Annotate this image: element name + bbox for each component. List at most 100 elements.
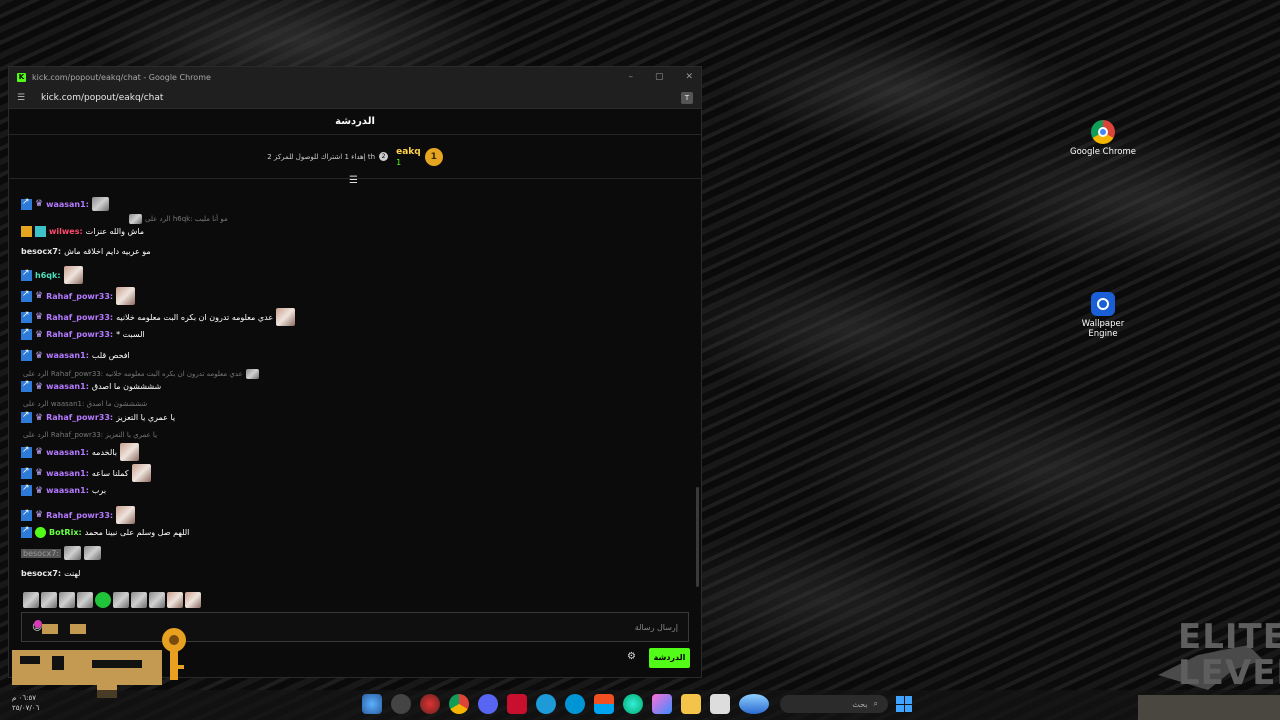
message-text: ششششون ما اصدق — [91, 382, 162, 391]
reply-preview[interactable]: الرد على Rahaf_powr33: عدي معلومه تدرون … — [23, 369, 259, 379]
settings-icon[interactable] — [391, 694, 411, 714]
moderator-badge-icon — [21, 310, 32, 323]
crown-badge-icon: ♛ — [35, 291, 44, 301]
mcafee-icon[interactable] — [507, 694, 527, 714]
desktop-icon-wallpaper-engine[interactable]: Wallpaper Engine — [1068, 292, 1138, 339]
chat-message: BotRix: اللهم صل وسلم على نبينا محمد — [21, 525, 190, 538]
start-button[interactable] — [896, 696, 912, 712]
chat-username[interactable]: BotRix: — [49, 528, 82, 537]
crown-badge-icon: ♛ — [35, 350, 44, 361]
emote-button[interactable] — [113, 592, 129, 608]
copilot-icon[interactable] — [652, 694, 672, 714]
emote-button[interactable] — [95, 592, 111, 608]
reply-preview[interactable]: الرد على Rahaf_powr33: يا عمري يا التعزي… — [23, 431, 157, 439]
hp-icon[interactable] — [565, 694, 585, 714]
help-icon[interactable] — [536, 694, 556, 714]
widgets-icon[interactable] — [739, 694, 769, 714]
emote-button[interactable] — [167, 592, 183, 608]
discord-icon[interactable] — [478, 694, 498, 714]
chat-username[interactable]: Rahaf_powr33: — [46, 413, 113, 422]
translate-icon[interactable]: T — [681, 91, 693, 104]
moderator-badge-icon — [21, 289, 32, 302]
emote-image — [119, 443, 139, 461]
emote-button[interactable] — [59, 592, 75, 608]
search-icon: ⌕ — [873, 699, 878, 708]
pinned-goal-bar: إهداء 1 اشتراك للوصول للمركز 2 th 2 eakq… — [9, 135, 701, 186]
app-icon[interactable] — [362, 694, 382, 714]
send-chat-button[interactable]: الدردشة — [649, 648, 690, 668]
chat-message: ♛ waasan1: كملنا ساعه — [21, 464, 151, 482]
chat-username[interactable]: waasan1: — [46, 486, 89, 495]
emote-image — [116, 506, 136, 524]
emote-image — [63, 266, 83, 284]
chat-message: ♛ waasan1: افحص قلب — [21, 348, 130, 361]
taskbar-pinned-apps — [362, 694, 769, 714]
app-icon[interactable] — [710, 694, 730, 714]
top-gifter-name: eakq — [396, 146, 421, 157]
chat-username[interactable]: waasan1: — [46, 200, 89, 209]
top-gifter-count: 1 — [396, 157, 402, 167]
chat-username[interactable]: waasan1: — [46, 351, 89, 360]
title-bar[interactable]: K kick.com/popout/eakq/chat - Google Chr… — [9, 67, 701, 87]
close-button[interactable]: ✕ — [685, 72, 693, 82]
message-text: برب — [91, 486, 107, 495]
chat-header: الدردشة — [9, 109, 701, 135]
emote-image — [131, 464, 151, 482]
taskbar-clock[interactable]: ٠٦:٥٧ م ٢٥/٠٧/٠٦ — [12, 693, 39, 713]
chat-username[interactable]: besocx7: — [21, 247, 61, 256]
taskbar-search[interactable]: بحث ⌕ — [780, 695, 888, 713]
emote-button[interactable] — [185, 592, 201, 608]
gold-badge-icon — [21, 226, 32, 237]
chat-username[interactable]: Rahaf_powr33: — [46, 330, 113, 339]
crown-badge-icon: ♛ — [35, 510, 44, 520]
crown-badge-icon: ♛ — [35, 412, 44, 423]
chat-message: ♛ waasan1: — [21, 197, 109, 211]
taskbar-search-label: بحث — [852, 699, 868, 709]
emote-button[interactable] — [23, 592, 39, 608]
chat-settings-gear-icon[interactable]: ⚙ — [627, 651, 636, 662]
message-text: ماش والله عنزات — [85, 227, 145, 236]
chat-messages: ♛ waasan1: الرد على h6qk: مو أنا مليب wi… — [9, 196, 691, 586]
chat-username[interactable]: waasan1: — [46, 382, 89, 391]
emote-image — [64, 546, 81, 560]
chat-username-highlighted[interactable]: besocx7: — [21, 548, 61, 558]
app-icon[interactable] — [420, 694, 440, 714]
site-settings-icon[interactable]: ☰ — [17, 93, 29, 103]
chat-username[interactable]: waasan1: — [46, 448, 89, 457]
reply-preview[interactable]: الرد على waasan1: ششششون ما اصدق — [23, 400, 147, 408]
emote-button[interactable] — [131, 592, 147, 608]
chat-username[interactable]: Rahaf_powr33: — [46, 313, 113, 322]
chat-message: ♛ Rahaf_powr33: عدي معلومه تدرون ان بكره… — [21, 308, 296, 326]
chrome-taskbar-icon[interactable] — [449, 694, 469, 714]
file-explorer-icon[interactable] — [681, 694, 701, 714]
emote-button[interactable] — [149, 592, 165, 608]
chat-message: ♛ Rahaf_powr33: — [21, 506, 136, 524]
emote-button[interactable] — [41, 592, 57, 608]
chat-scrollbar[interactable] — [696, 487, 699, 587]
moderator-badge-icon — [21, 379, 32, 392]
message-text: يا عمري يا التعزيز — [116, 413, 176, 422]
chat-username[interactable]: Rahaf_powr33: — [46, 511, 113, 520]
minimize-button[interactable]: – — [628, 72, 633, 82]
message-text: اللهم صل وسلم على نبينا محمد — [84, 528, 190, 537]
desktop-icon-chrome[interactable]: Google Chrome — [1068, 120, 1138, 157]
emote-button[interactable] — [77, 592, 93, 608]
crown-badge-icon: ♛ — [35, 381, 44, 392]
maximize-button[interactable]: ▢ — [655, 72, 664, 82]
collapse-icon[interactable]: ☰ — [349, 175, 358, 186]
edge-icon[interactable] — [623, 694, 643, 714]
top-gifter[interactable]: eakq 1 1 — [396, 147, 443, 167]
message-text: افحص قلب — [91, 351, 130, 360]
chat-username[interactable]: Rahaf_powr33: — [46, 292, 113, 301]
sub-badge-icon — [35, 226, 46, 237]
chat-username[interactable]: waasan1: — [46, 469, 89, 478]
chat-username[interactable]: besocx7: — [21, 569, 61, 578]
emote-image — [276, 308, 296, 326]
store-icon[interactable] — [594, 694, 614, 714]
reply-preview[interactable]: الرد على h6qk: مو أنا مليب — [129, 214, 228, 224]
chat-username[interactable]: wilwes: — [49, 227, 83, 236]
url-text[interactable]: kick.com/popout/eakq/chat — [41, 93, 163, 103]
address-bar[interactable]: ☰ kick.com/popout/eakq/chat T — [9, 87, 701, 109]
chat-username[interactable]: h6qk: — [35, 271, 61, 280]
window-title: kick.com/popout/eakq/chat - Google Chrom… — [32, 72, 211, 82]
